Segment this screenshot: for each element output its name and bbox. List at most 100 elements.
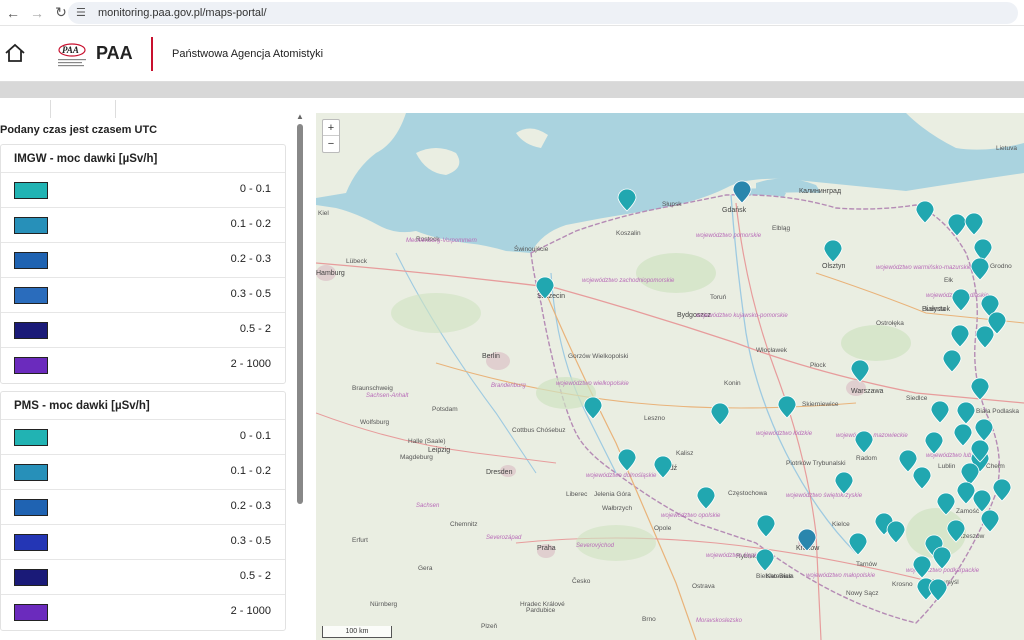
zoom-in-button[interactable]: + [323, 120, 339, 136]
map-place-label: Wolfsburg [360, 419, 390, 426]
map-place-label: Brno [642, 616, 656, 623]
station-marker-icon[interactable] [945, 519, 967, 543]
map-place-label: Dresden [486, 469, 513, 476]
map-region-label: województwo łódzkie [756, 431, 813, 437]
paa-logo-icon: PAA [58, 43, 86, 67]
station-marker-icon[interactable] [847, 532, 869, 556]
station-marker-icon[interactable] [853, 430, 875, 454]
browser-toolbar: ← → ↻ ☰ monitoring.paa.gov.pl/maps-porta… [0, 0, 1024, 26]
legend-range: 0.5 - 2 [239, 570, 271, 582]
station-marker-icon[interactable] [929, 400, 951, 424]
map-place-label: Gdańsk [722, 207, 747, 214]
legend-row: 0.2 - 0.3 [1, 243, 285, 278]
map-place-label: Ostrava [692, 583, 715, 590]
legend-row: 0.3 - 0.5 [1, 525, 285, 560]
station-marker-icon[interactable] [776, 395, 798, 419]
station-marker-icon[interactable] [885, 520, 907, 544]
map-place-label: Toruń [710, 294, 727, 301]
map-place-label: Potsdam [432, 406, 458, 413]
station-marker-icon[interactable] [969, 377, 991, 401]
map-place-label: Bielsko-Biała [756, 573, 794, 580]
map-place-label: Opole [654, 525, 672, 532]
station-marker-icon[interactable] [923, 431, 945, 455]
station-marker-icon[interactable] [833, 471, 855, 495]
legend-swatch [14, 322, 48, 339]
legend-row: 0.2 - 0.3 [1, 490, 285, 525]
map-view[interactable]: Gdańsk Калининград Szczecin Bydgoszcz Olszty… [316, 113, 1024, 640]
map-place-label: Piotrków Trybunalski [786, 460, 846, 467]
map-place-label: Tarnów [856, 561, 877, 568]
station-marker-icon[interactable] [911, 466, 933, 490]
map-place-label: Świnoujście [514, 246, 549, 253]
station-marker-icon[interactable] [931, 546, 953, 570]
station-marker-icon[interactable] [971, 489, 993, 513]
map-place-label: Krosno [892, 581, 913, 588]
logo-text[interactable]: PAA [96, 43, 133, 64]
header-band [0, 82, 1024, 98]
station-marker-icon[interactable] [754, 548, 776, 572]
map-place-label: Hamburg [316, 270, 345, 277]
address-bar[interactable]: ☰ monitoring.paa.gov.pl/maps-portal/ [68, 2, 1018, 24]
legend-swatch [14, 604, 48, 621]
map-place-label: Pardubice [526, 607, 556, 614]
station-marker-icon[interactable] [914, 200, 936, 224]
map-region-label: województwo dolnośląskie [586, 473, 657, 479]
legend-range: 0.3 - 0.5 [230, 288, 271, 300]
legend-swatch [14, 217, 48, 234]
map-place-label: Warszawa [851, 388, 884, 395]
forward-arrow-icon[interactable]: → [26, 2, 48, 24]
map-place-label: Skierniewice [802, 401, 839, 408]
station-marker-icon[interactable] [935, 492, 957, 516]
site-settings-icon[interactable]: ☰ [76, 6, 90, 20]
map-region-label: województwo opolskie [661, 513, 721, 519]
legend-range: 0.1 - 0.2 [230, 465, 271, 477]
station-marker-icon[interactable] [731, 180, 753, 204]
map-region-label: województwo warmińsko-mazurskie [876, 265, 972, 271]
station-marker-icon[interactable] [582, 396, 604, 420]
station-marker-icon[interactable] [911, 555, 933, 579]
legend-title: PMS - moc dawki [µSv/h] [1, 392, 285, 420]
scroll-up-icon[interactable]: ▲ [296, 112, 304, 121]
station-marker-icon[interactable] [950, 288, 972, 312]
station-marker-icon[interactable] [695, 486, 717, 510]
legend-row: 0.1 - 0.2 [1, 208, 285, 243]
scrollbar-thumb[interactable] [297, 124, 303, 504]
station-marker-icon[interactable] [969, 439, 991, 463]
station-marker-icon[interactable] [927, 578, 949, 602]
map-place-label: Nowy Sącz [846, 590, 879, 597]
station-marker-icon[interactable] [652, 455, 674, 479]
map-region-label: Brandenburg [491, 383, 526, 389]
header-divider [151, 37, 153, 71]
station-marker-icon[interactable] [991, 478, 1013, 502]
home-icon[interactable] [4, 42, 26, 64]
station-marker-icon[interactable] [534, 276, 556, 300]
map-region-label: województwo małopolskie [806, 573, 876, 579]
station-marker-icon[interactable] [755, 514, 777, 538]
zoom-out-button[interactable]: − [323, 136, 339, 152]
station-marker-icon[interactable] [941, 349, 963, 373]
panel-scrollbar[interactable]: ▲ [295, 112, 305, 640]
legend-swatch [14, 464, 48, 481]
map-place-label: Koszalin [616, 230, 641, 237]
station-marker-icon[interactable] [849, 359, 871, 383]
station-marker-icon[interactable] [963, 212, 985, 236]
legend-row: 2 - 1000 [1, 348, 285, 383]
map-place-label: Radom [856, 455, 877, 462]
back-arrow-icon[interactable]: ← [2, 2, 24, 24]
map-place-label: Elbląg [772, 225, 791, 232]
map-place-label: Liberec [566, 491, 588, 498]
station-marker-icon[interactable] [796, 528, 818, 552]
map-region-label: Severovýchod [576, 543, 615, 549]
legend-row: 0.3 - 0.5 [1, 278, 285, 313]
station-marker-icon[interactable] [709, 402, 731, 426]
map-place-label: Braunschweig [352, 385, 393, 392]
url-text: monitoring.paa.gov.pl/maps-portal/ [98, 7, 267, 19]
map-place-label: Siedlce [906, 395, 928, 402]
pms-legend: PMS - moc dawki [µSv/h] 0 - 0.1 0.1 - 0.2… [0, 391, 286, 631]
station-marker-icon[interactable] [822, 239, 844, 263]
station-marker-icon[interactable] [616, 188, 638, 212]
station-marker-icon[interactable] [949, 324, 971, 348]
station-marker-icon[interactable] [616, 448, 638, 472]
station-marker-icon[interactable] [974, 325, 996, 349]
station-marker-icon[interactable] [969, 257, 991, 281]
